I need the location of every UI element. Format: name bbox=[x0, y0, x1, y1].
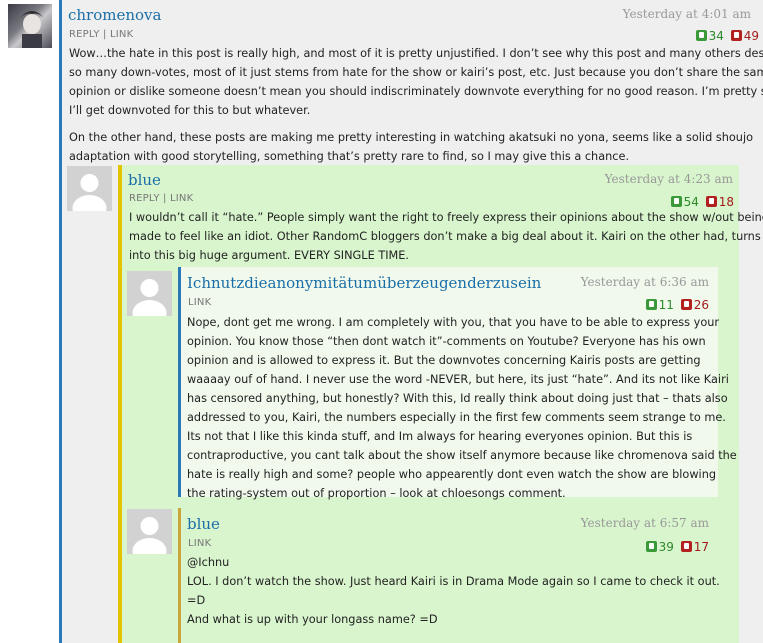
text-line: contraproductive, you cant talk about th… bbox=[187, 449, 737, 462]
text-line: Wow…the hate in this post is really high… bbox=[69, 47, 763, 60]
text-line: addressed to you, Kairi, the numbers esp… bbox=[187, 411, 726, 424]
comment-actions: REPLY | LINK bbox=[69, 29, 134, 40]
comment-author[interactable]: blue bbox=[128, 171, 161, 189]
downvote-count: 17 bbox=[693, 540, 709, 554]
default-avatar-icon bbox=[132, 279, 167, 316]
text-line: Nope, dont get me wrong. I am completely… bbox=[187, 316, 720, 329]
avatar-blue[interactable] bbox=[67, 166, 112, 211]
avatar-image bbox=[20, 11, 44, 48]
comment-actions: LINK bbox=[188, 297, 211, 308]
text-line: so many down-votes, most of it just stem… bbox=[69, 66, 763, 79]
downvote-count: 26 bbox=[693, 298, 709, 312]
thumbs-down-icon[interactable] bbox=[730, 30, 742, 41]
text-line: =D bbox=[187, 594, 206, 607]
comment-ichnutz: Ichnutzdieanonymitätumüberzeugenderzusei… bbox=[178, 267, 737, 500]
text-line: adaptation with good storytelling, somet… bbox=[69, 150, 630, 163]
upvote-count: 11 bbox=[658, 298, 674, 312]
text-line: @Ichnu bbox=[187, 556, 230, 569]
text-line: On the other hand, these posts are makin… bbox=[69, 131, 753, 144]
vote-box: 54 18 bbox=[670, 195, 734, 209]
text-line: I wouldn’t call it “hate.” People simply… bbox=[129, 211, 763, 224]
avatar-blue[interactable] bbox=[127, 509, 172, 554]
text-line: Its not that I like this kinda stuff, an… bbox=[187, 430, 693, 443]
reply-link[interactable]: REPLY bbox=[69, 29, 100, 40]
permalink-link[interactable]: LINK bbox=[110, 29, 133, 40]
comment-actions: REPLY | LINK bbox=[129, 193, 194, 204]
text-line: waaaay ouf of hand. I never use the word… bbox=[187, 373, 729, 386]
default-avatar-icon bbox=[72, 174, 107, 211]
text-line: opinion and is allowed to express it. Bu… bbox=[187, 354, 701, 367]
upvote-count: 39 bbox=[658, 540, 674, 554]
text-line: opinion. You know those “then dont watch… bbox=[187, 335, 706, 348]
permalink-link[interactable]: LINK bbox=[188, 538, 211, 549]
text-line: the rating-system out of proportion – lo… bbox=[187, 487, 566, 500]
avatar-ichnutz[interactable] bbox=[127, 271, 172, 316]
comment-body: Nope, dont get me wrong. I am completely… bbox=[187, 313, 737, 503]
text-line: has censored anything, but honestly? Wit… bbox=[187, 392, 728, 405]
comment-body: @Ichnu LOL. I don’t watch the show. Just… bbox=[187, 553, 720, 629]
upvote-count: 54 bbox=[683, 195, 699, 209]
upvote-count: 34 bbox=[708, 29, 724, 43]
comment-blue-reply: blue Yesterday at 6:57 am LINK 39 17 @Ic… bbox=[178, 508, 720, 643]
thumbs-up-icon[interactable] bbox=[645, 299, 657, 310]
comment-timestamp[interactable]: Yesterday at 4:23 am bbox=[605, 172, 733, 186]
permalink-link[interactable]: LINK bbox=[170, 193, 193, 204]
text-line: I’ll get downvoted for this to but whate… bbox=[69, 104, 311, 117]
vote-box: 11 26 bbox=[645, 298, 709, 312]
downvote-count: 49 bbox=[743, 29, 759, 43]
avatar-chromenova[interactable] bbox=[8, 4, 52, 48]
comment-timestamp[interactable]: Yesterday at 6:36 am bbox=[581, 275, 709, 289]
comment-actions: LINK bbox=[188, 538, 211, 549]
thumbs-down-icon[interactable] bbox=[680, 299, 692, 310]
comment-body: I wouldn’t call it “hate.” People simply… bbox=[129, 208, 763, 265]
comment-body: Wow…the hate in this post is really high… bbox=[69, 44, 763, 174]
downvote-count: 18 bbox=[718, 195, 734, 209]
comment-paragraph: Wow…the hate in this post is really high… bbox=[69, 44, 763, 120]
comment-author[interactable]: Ichnutzdieanonymitätumüberzeugenderzusei… bbox=[187, 274, 541, 292]
thumbs-down-icon[interactable] bbox=[680, 541, 692, 552]
comment-author[interactable]: blue bbox=[187, 515, 220, 533]
comment-author[interactable]: chromenova bbox=[68, 6, 161, 24]
permalink-link[interactable]: LINK bbox=[188, 297, 211, 308]
text-line: And what is up with your longass name? =… bbox=[187, 613, 438, 626]
thumbs-up-icon[interactable] bbox=[695, 30, 707, 41]
text-line: opinion or dislike someone doesn’t mean … bbox=[69, 85, 763, 98]
comment-timestamp[interactable]: Yesterday at 4:01 am bbox=[623, 7, 751, 21]
text-line: LOL. I don’t watch the show. Just heard … bbox=[187, 575, 720, 588]
text-line: into this big huge argument. EVERY SINGL… bbox=[129, 249, 410, 262]
vote-box: 39 17 bbox=[645, 540, 709, 554]
thumbs-up-icon[interactable] bbox=[645, 541, 657, 552]
vote-box: 34 49 bbox=[695, 29, 759, 43]
reply-link[interactable]: REPLY bbox=[129, 193, 160, 204]
text-line: hate is really high and some? people who… bbox=[187, 468, 717, 481]
comment-timestamp[interactable]: Yesterday at 6:57 am bbox=[581, 516, 709, 530]
thumbs-down-icon[interactable] bbox=[705, 196, 717, 207]
text-line: made to feel like an idiot. Other Random… bbox=[129, 230, 761, 243]
thumbs-up-icon[interactable] bbox=[670, 196, 682, 207]
comment-paragraph: On the other hand, these posts are makin… bbox=[69, 128, 759, 166]
default-avatar-icon bbox=[132, 517, 167, 554]
